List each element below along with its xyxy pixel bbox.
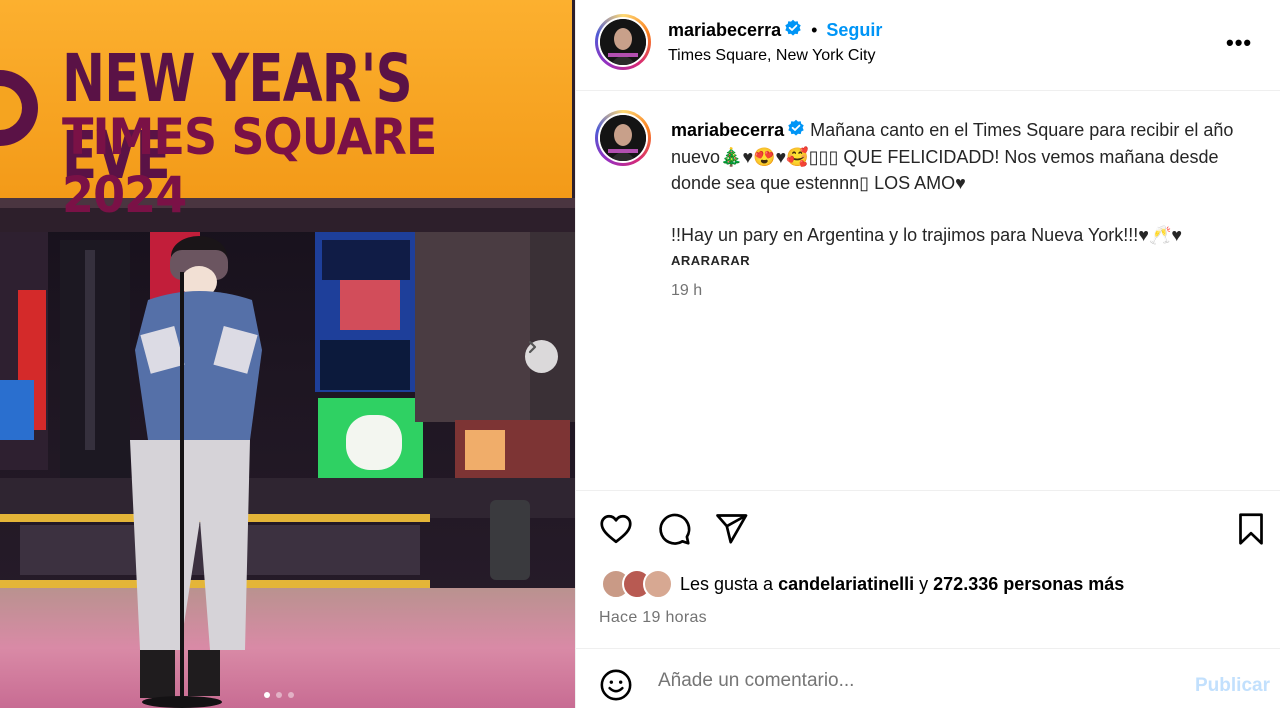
likes-summary: Les gusta a candelariatinelli y 272.336 … bbox=[601, 569, 1124, 599]
carousel-dot-1 bbox=[264, 692, 270, 698]
emoji-button[interactable] bbox=[599, 668, 633, 707]
comment-button[interactable] bbox=[656, 511, 692, 552]
banner-subtitle: TIMES SQUARE 2024 bbox=[62, 108, 437, 224]
carousel-indicator bbox=[264, 692, 294, 698]
caption-tag: ARARARAR bbox=[671, 253, 751, 268]
comment-input[interactable] bbox=[656, 669, 1180, 693]
smiley-icon bbox=[600, 669, 632, 701]
verified-badge-icon bbox=[784, 19, 802, 42]
post-actions: Les gusta a candelariatinelli y 272.336 … bbox=[576, 490, 1280, 709]
header-author: mariabecerra • Seguir bbox=[668, 19, 882, 42]
avatar-image bbox=[600, 115, 646, 161]
likes-middle: y bbox=[914, 573, 934, 594]
carousel-dot-3 bbox=[288, 692, 294, 698]
paper-plane-icon bbox=[716, 514, 748, 544]
caption-line-2: !!Hay un pary en Argentina y lo trajimos… bbox=[671, 225, 1183, 246]
header-separator: • bbox=[811, 20, 818, 40]
heart-icon bbox=[600, 514, 632, 544]
publish-button[interactable]: Publicar bbox=[1195, 675, 1270, 697]
likes-user[interactable]: candelariatinelli bbox=[778, 574, 914, 594]
author-username[interactable]: mariabecerra bbox=[668, 20, 781, 41]
post-header: mariabecerra • Seguir Times Square, New … bbox=[576, 0, 1280, 91]
post-media[interactable]: NEW YEAR'S EVE TIMES SQUARE 2024 bbox=[0, 0, 575, 708]
likes-text[interactable]: Les gusta a candelariatinelli y 272.336 … bbox=[680, 574, 1124, 595]
more-options-button[interactable]: ••• bbox=[1226, 30, 1252, 56]
save-button[interactable] bbox=[1236, 511, 1266, 552]
likes-count[interactable]: 272.336 personas más bbox=[933, 574, 1124, 594]
caption-timestamp: 19 h bbox=[671, 282, 703, 299]
bookmark-icon bbox=[1239, 513, 1263, 545]
posted-time: Hace 19 horas bbox=[599, 609, 707, 626]
caption-section: mariabecerra Mañana canto en el Times Sq… bbox=[576, 91, 1280, 489]
avatar-image bbox=[600, 19, 646, 65]
author-avatar[interactable] bbox=[595, 14, 651, 70]
more-options-icon: ••• bbox=[1226, 30, 1253, 55]
post-side-panel: mariabecerra • Seguir Times Square, New … bbox=[575, 0, 1280, 708]
share-button[interactable] bbox=[713, 511, 749, 552]
carousel-next-button[interactable] bbox=[525, 340, 558, 373]
caption-username[interactable]: mariabecerra bbox=[671, 120, 784, 140]
carousel-dot-2 bbox=[276, 692, 282, 698]
likes-prefix: Les gusta a bbox=[680, 573, 779, 594]
follow-button[interactable]: Seguir bbox=[826, 20, 882, 41]
chevron-right-icon bbox=[528, 340, 537, 354]
like-button[interactable] bbox=[598, 511, 634, 552]
verified-badge-icon bbox=[787, 118, 805, 144]
liker-avatar[interactable] bbox=[643, 569, 673, 599]
caption-author-avatar[interactable] bbox=[595, 110, 651, 166]
post-viewer: NEW YEAR'S EVE TIMES SQUARE 2024 mariabe… bbox=[0, 0, 1280, 708]
comment-bubble-icon bbox=[659, 513, 691, 545]
caption-text: mariabecerra Mañana canto en el Times Sq… bbox=[671, 117, 1256, 248]
post-location[interactable]: Times Square, New York City bbox=[668, 47, 875, 65]
